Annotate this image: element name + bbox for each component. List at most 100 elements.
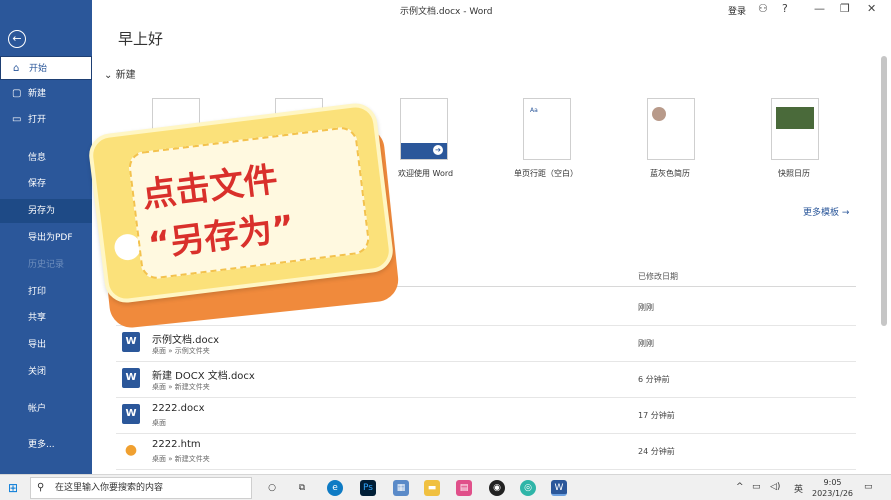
clock-date: 2023/1/26	[812, 489, 854, 498]
sidebar-item-export-pdf[interactable]: 导出为PDF	[0, 226, 92, 250]
volume-icon[interactable]: ◁)	[770, 482, 780, 492]
windows-taskbar: ⊞ ⚲ 在这里输入你要搜索的内容 ○ ⧉ e Ps ▦ ▬ ▤ ◉ ◎ W ^ …	[0, 474, 891, 500]
word-backstage: ← ⌂ 开始 ▢ 新建 ▭ 打开 信息 保存 另存为 导出为PDF 历史记录 打…	[0, 0, 891, 474]
sidebar-item-new[interactable]: ▢ 新建	[0, 82, 92, 106]
file-date: 6 分钟前	[638, 375, 670, 384]
back-arrow-icon[interactable]: ←	[8, 30, 26, 48]
sidebar-item-open[interactable]: ▭ 打开	[0, 108, 92, 132]
sidebar-item-label: 更多...	[28, 440, 55, 450]
arrow-right-icon: ➔	[433, 145, 443, 155]
column-header-modified[interactable]: 已修改日期	[638, 271, 678, 282]
title-bar: 示例文档.docx - Word 登录 ⚇ ? — ❐ ✕	[92, 0, 891, 22]
file-path: 桌面	[152, 419, 166, 427]
file-path: 桌面 » 新建文件夹	[152, 383, 210, 391]
sidebar-item-label: 帐户	[28, 404, 47, 414]
file-name: 新建 DOCX 文档.docx	[152, 371, 255, 382]
sidebar-item-label: 另存为	[28, 206, 56, 216]
edge-icon[interactable]: e	[327, 480, 343, 496]
sidebar-item-label: 关闭	[28, 367, 47, 377]
app-icon-pink[interactable]: ▤	[456, 480, 472, 496]
template-photo	[776, 107, 814, 129]
template-thumb-single-spaced[interactable]: Aa	[523, 98, 571, 160]
restore-icon[interactable]: ❐	[840, 2, 850, 15]
word-taskbar-icon[interactable]: W	[551, 480, 567, 496]
cortana-icon[interactable]: ○	[264, 480, 280, 496]
sidebar-item-more[interactable]: 更多...	[0, 433, 92, 457]
sidebar-item-share[interactable]: 共享	[0, 306, 92, 330]
minimize-icon[interactable]: —	[814, 2, 825, 15]
backstage-sidebar: ← ⌂ 开始 ▢ 新建 ▭ 打开 信息 保存 另存为 导出为PDF 历史记录 打…	[0, 0, 92, 474]
template-label: 快照日历	[778, 169, 810, 178]
taskbar-search-input[interactable]: ⚲ 在这里输入你要搜索的内容	[30, 477, 252, 499]
file-date: 17 分钟前	[638, 411, 675, 420]
file-row[interactable]: W 示例文档.docx 桌面 » 示例文件夹 刚刚	[116, 326, 856, 362]
sidebar-item-label: 共享	[28, 313, 47, 323]
sidebar-item-export[interactable]: 导出	[0, 333, 92, 357]
word-file-icon: W	[122, 404, 140, 424]
file-row[interactable]: W 新建 DOCX 文档.docx 桌面 » 新建文件夹 6 分钟前	[116, 362, 856, 398]
sidebar-item-label: 导出	[28, 340, 47, 350]
file-path: 桌面 » 新建文件夹	[152, 455, 210, 463]
scroll-thumb[interactable]	[881, 56, 887, 326]
clock[interactable]: 9:05 2023/1/26	[812, 477, 853, 499]
file-date: 24 分钟前	[638, 447, 675, 456]
new-section-label: 新建	[115, 70, 136, 81]
sidebar-item-save-as[interactable]: 另存为	[0, 199, 92, 223]
file-name: 示例文档.docx	[152, 335, 220, 346]
windows-start-icon[interactable]: ⊞	[8, 481, 18, 495]
annotation-tag: 点击文件 “另存为”	[80, 100, 401, 330]
template-label: 欢迎使用 Word	[398, 169, 454, 178]
person-icon[interactable]: ⚇	[758, 2, 768, 15]
home-icon: ⌂	[13, 63, 20, 74]
file-name: 2222.docx	[152, 403, 205, 414]
task-view-icon[interactable]: ⧉	[294, 480, 310, 496]
template-thumb-calendar[interactable]	[771, 98, 819, 160]
sidebar-item-label: 历史记录	[28, 260, 65, 270]
template-label: 蓝灰色简历	[650, 169, 690, 178]
sidebar-item-account[interactable]: 帐户	[0, 397, 92, 421]
file-date: 刚刚	[638, 303, 654, 312]
tag-front-layer: 点击文件 “另存为”	[86, 100, 396, 306]
more-templates-link[interactable]: 更多模板 →	[803, 205, 849, 218]
template-thumb-welcome[interactable]: ➔	[400, 98, 448, 160]
chevron-up-icon[interactable]: ^	[736, 482, 744, 492]
photoshop-icon[interactable]: Ps	[360, 480, 376, 496]
html-file-icon: ●	[124, 442, 138, 458]
sidebar-item-info[interactable]: 信息	[0, 146, 92, 170]
help-icon[interactable]: ?	[782, 2, 788, 15]
sidebar-item-close[interactable]: 关闭	[0, 360, 92, 384]
sidebar-item-home[interactable]: ⌂ 开始	[0, 56, 92, 80]
template-aa-mark: Aa	[530, 107, 538, 114]
greeting-heading: 早上好	[118, 30, 164, 48]
network-icon[interactable]: ▭	[752, 482, 761, 492]
sidebar-item-history[interactable]: 历史记录	[0, 253, 92, 277]
close-icon[interactable]: ✕	[867, 2, 876, 15]
document-title: 示例文档.docx - Word	[400, 7, 493, 17]
file-row[interactable]: ● 2222.htm 桌面 » 新建文件夹 24 分钟前	[116, 434, 856, 470]
sidebar-item-label: 保存	[28, 179, 47, 189]
qq-icon[interactable]: ◉	[489, 480, 505, 496]
store-icon[interactable]: ▦	[393, 480, 409, 496]
sidebar-item-label: 信息	[28, 153, 47, 163]
sidebar-item-print[interactable]: 打印	[0, 280, 92, 304]
file-name: 2222.htm	[152, 439, 201, 450]
new-doc-icon: ▢	[12, 88, 22, 99]
sidebar-item-label: 开始	[29, 64, 48, 74]
file-row[interactable]: W 2222.docx 桌面 17 分钟前	[116, 398, 856, 434]
sidebar-item-label: 打印	[28, 287, 47, 297]
new-section-header[interactable]: ⌄ 新建	[104, 66, 136, 81]
sidebar-item-label: 新建	[28, 89, 47, 99]
scrollbar[interactable]	[880, 56, 888, 326]
avatar	[652, 107, 666, 121]
app-icon-teal[interactable]: ◎	[520, 480, 536, 496]
clock-time: 9:05	[823, 478, 842, 487]
sidebar-item-label: 导出为PDF	[28, 233, 73, 243]
ime-indicator[interactable]: 英	[794, 482, 803, 495]
word-file-icon: W	[122, 332, 140, 352]
notification-icon[interactable]: ▭	[864, 482, 873, 492]
sidebar-item-label: 打开	[28, 115, 47, 125]
file-explorer-icon[interactable]: ▬	[424, 480, 440, 496]
login-link[interactable]: 登录	[728, 4, 746, 17]
template-thumb-resume[interactable]	[647, 98, 695, 160]
sidebar-item-save[interactable]: 保存	[0, 172, 92, 196]
